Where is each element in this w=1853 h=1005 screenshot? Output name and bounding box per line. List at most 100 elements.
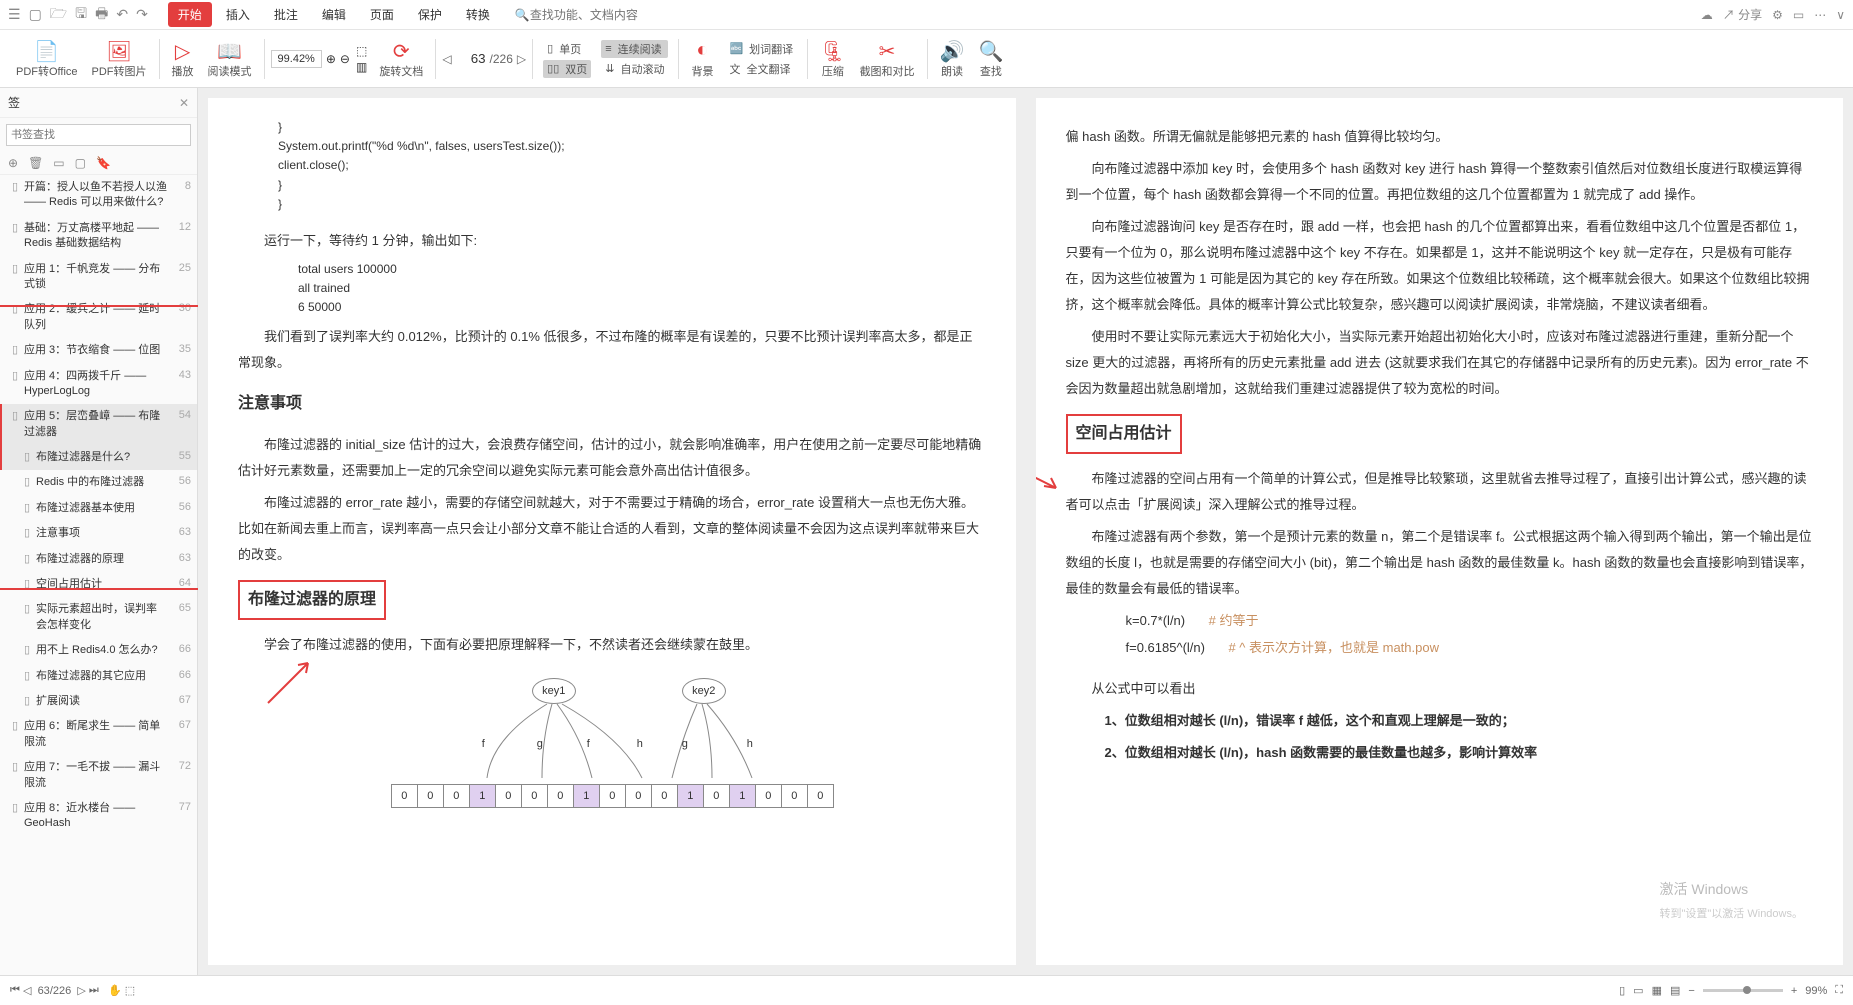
menu-tab-2[interactable]: 批注 <box>264 2 308 27</box>
sb-next-icon[interactable]: ▷ <box>77 984 85 997</box>
sb-zoom-in-icon[interactable]: + <box>1791 985 1797 997</box>
text-rpara6: 布隆过滤器有两个参数，第一个是预计元素的数量 n，第二个是错误率 f。公式根据这… <box>1066 524 1814 602</box>
menu-tab-1[interactable]: 插入 <box>216 2 260 27</box>
cloud-icon[interactable]: ☁ <box>1701 8 1713 22</box>
menu-tab-4[interactable]: 页面 <box>360 2 404 27</box>
sb-last-icon[interactable]: ⏭ <box>89 984 99 997</box>
close-sidebar-icon[interactable]: ✕ <box>179 96 189 110</box>
code-block: }System.out.printf("%d %d\n", falses, us… <box>238 118 986 214</box>
play-button[interactable]: ▷播放 <box>166 39 200 79</box>
read-mode-button[interactable]: 📖阅读模式 <box>202 39 258 79</box>
bookmark-item[interactable]: ▯用不上 Redis4.0 怎么办?66 <box>0 638 197 663</box>
sb-expand-icon[interactable]: ⛶ <box>1835 984 1843 997</box>
delete-bookmark-icon[interactable]: 🗑 <box>28 156 43 170</box>
bookmark-item[interactable]: ▯应用 7：一毛不拔 —— 漏斗限流72 <box>0 755 197 796</box>
sb-prev-icon[interactable]: ◁ <box>23 984 31 997</box>
sb-hand-icon[interactable]: ✋ <box>108 984 122 997</box>
chevron-icon[interactable]: ∨ <box>1836 8 1845 22</box>
zoom-out-icon[interactable]: ⊖ <box>340 52 350 66</box>
zoom-control: 99.42% ⊕ ⊖ <box>271 50 350 68</box>
sb-select-icon[interactable]: ⬚ <box>125 984 135 997</box>
bookmark-item[interactable]: ▯扩展阅读67 <box>0 689 197 714</box>
full-translate-button[interactable]: 文 全文翻译 <box>725 60 797 78</box>
word-translate-button[interactable]: 🔤 划词翻译 <box>725 40 797 58</box>
undo-icon[interactable]: ↶ <box>116 6 128 23</box>
pdf-to-office-button[interactable]: 📄PDF转Office <box>10 39 84 79</box>
feature-search[interactable]: 🔍 <box>515 8 650 22</box>
collapse-icon[interactable]: ▢ <box>75 156 86 170</box>
text-para1: 我们看到了误判率大约 0.012%，比预计的 0.1% 低很多，不过布隆的概率是… <box>238 324 986 376</box>
text-para2: 布隆过滤器的 initial_size 估计的过大，会浪费存储空间，估计的过小，… <box>238 432 986 484</box>
zoom-value[interactable]: 99.42% <box>271 50 322 68</box>
bookmark-item[interactable]: ▯应用 1：千帆竞发 —— 分布式锁25 <box>0 257 197 298</box>
prev-page-icon[interactable]: ◁ <box>442 52 451 66</box>
bookmark-ribbon-icon[interactable]: 🔖 <box>96 156 111 170</box>
search-icon: 🔍 <box>515 8 530 22</box>
feature-search-input[interactable] <box>530 8 650 22</box>
sb-view2-icon[interactable]: ▭ <box>1633 984 1643 997</box>
menu-icon[interactable]: ☰ <box>8 6 21 23</box>
layout-buttons: ▯ 单页 ▯▯ 双页 <box>539 40 595 78</box>
page-left: }System.out.printf("%d %d\n", falses, us… <box>208 98 1016 965</box>
screenshot-button[interactable]: ✂截图和对比 <box>854 39 921 79</box>
sb-zoom-label[interactable]: 99% <box>1805 985 1827 997</box>
fit-buttons: ⬚ ▥ <box>352 44 371 74</box>
expand-icon[interactable]: ▭ <box>53 156 64 170</box>
menu-tab-6[interactable]: 转换 <box>456 2 500 27</box>
background-button[interactable]: ◐背景 <box>685 39 719 79</box>
page-input[interactable] <box>456 51 486 66</box>
next-page-icon[interactable]: ▷ <box>517 52 526 66</box>
sb-view4-icon[interactable]: ▤ <box>1670 984 1680 997</box>
zoom-slider[interactable] <box>1703 989 1783 992</box>
page-total: /226 <box>490 52 513 66</box>
fit-page-icon[interactable]: ▥ <box>356 60 367 74</box>
bookmark-tools: ⊕ 🗑 ▭ ▢ 🔖 <box>0 152 197 175</box>
bookmark-item[interactable]: ▯实际元素超出时，误判率会怎样变化65 <box>0 597 197 638</box>
sb-page[interactable]: 63 <box>38 985 50 997</box>
single-page-button[interactable]: ▯ 单页 <box>543 40 591 58</box>
fit-width-icon[interactable]: ⬚ <box>356 44 367 58</box>
heading-space: 空间占用估计 <box>1066 414 1814 454</box>
continuous-read-button[interactable]: ≡ 连续阅读 <box>601 40 668 58</box>
zoom-in-icon[interactable]: ⊕ <box>326 52 336 66</box>
red-arrow-left <box>258 653 318 713</box>
red-arrow-right <box>1036 438 1066 498</box>
sb-first-icon[interactable]: ⏮ <box>10 984 20 997</box>
bookmark-item[interactable]: ▯应用 6：断尾求生 —— 简单限流67 <box>0 714 197 755</box>
menu-tab-3[interactable]: 编辑 <box>312 2 356 27</box>
find-button[interactable]: 🔍查找 <box>972 39 1009 79</box>
sb-view1-icon[interactable]: ▯ <box>1619 984 1625 997</box>
sb-view3-icon[interactable]: ▦ <box>1652 984 1662 997</box>
read-aloud-button[interactable]: 🔊朗读 <box>934 39 971 79</box>
add-bookmark-icon[interactable]: ⊕ <box>8 156 18 170</box>
gear-icon[interactable]: ⚙ <box>1772 8 1783 22</box>
bookmark-item[interactable]: ▯布隆过滤器的其它应用66 <box>0 664 197 689</box>
menu-tab-0[interactable]: 开始 <box>168 2 212 27</box>
bookmark-item[interactable]: ▯基础：万丈高楼平地起 —— Redis 基础数据结构12 <box>0 216 197 257</box>
auto-scroll-button[interactable]: ⇊ 自动滚动 <box>601 60 668 78</box>
more-icon[interactable]: ⋯ <box>1814 8 1826 22</box>
bookmark-item[interactable]: ▯开篇：授人以鱼不若授人以渔 —— Redis 可以用来做什么?8 <box>0 175 197 216</box>
compress-button[interactable]: 🗜压缩 <box>814 39 851 79</box>
sb-zoom-out-icon[interactable]: − <box>1688 985 1694 997</box>
bookmark-search-input[interactable] <box>6 124 191 146</box>
rotate-button[interactable]: ⟳旋转文档 <box>373 39 429 79</box>
bookmarks-sidebar: 签 ✕ ⊕ 🗑 ▭ ▢ 🔖 ▯开篇：授人以鱼不若授人以渔 —— Redis 可以… <box>0 88 198 975</box>
window-icon[interactable]: ▭ <box>1793 8 1804 22</box>
open-icon[interactable]: 🗁 <box>50 3 67 27</box>
new-icon[interactable]: ▢ <box>29 6 42 23</box>
bloom-filter-diagram: key1 key2 f g f h g h 00010001000101000 <box>392 678 832 808</box>
translate-buttons: 🔤 划词翻译 文 全文翻译 <box>721 40 801 78</box>
list-item-1: 1、位数组相对越长 (l/n)，错误率 f 越低，这个和直观上理解是一致的； <box>1066 708 1814 734</box>
double-page-button[interactable]: ▯▯ 双页 <box>543 60 591 78</box>
heading-principle: 布隆过滤器的原理 <box>238 580 986 620</box>
menu-tab-5[interactable]: 保护 <box>408 2 452 27</box>
share-button[interactable]: ↗ 分享 <box>1723 6 1762 23</box>
redo-icon[interactable]: ↷ <box>136 6 148 23</box>
text-rpara5: 布隆过滤器的空间占用有一个简单的计算公式，但是推导比较繁琐，这里就省去推导过程了… <box>1066 466 1814 518</box>
pdf-to-image-button[interactable]: 🖼PDF转图片 <box>86 39 153 79</box>
bit-array: 00010001000101000 <box>392 784 834 808</box>
save-icon[interactable]: 🖫 <box>75 3 87 27</box>
print-icon[interactable]: 🖶 <box>95 3 108 27</box>
bookmark-item[interactable]: ▯应用 8：近水楼台 —— GeoHash77 <box>0 796 197 837</box>
